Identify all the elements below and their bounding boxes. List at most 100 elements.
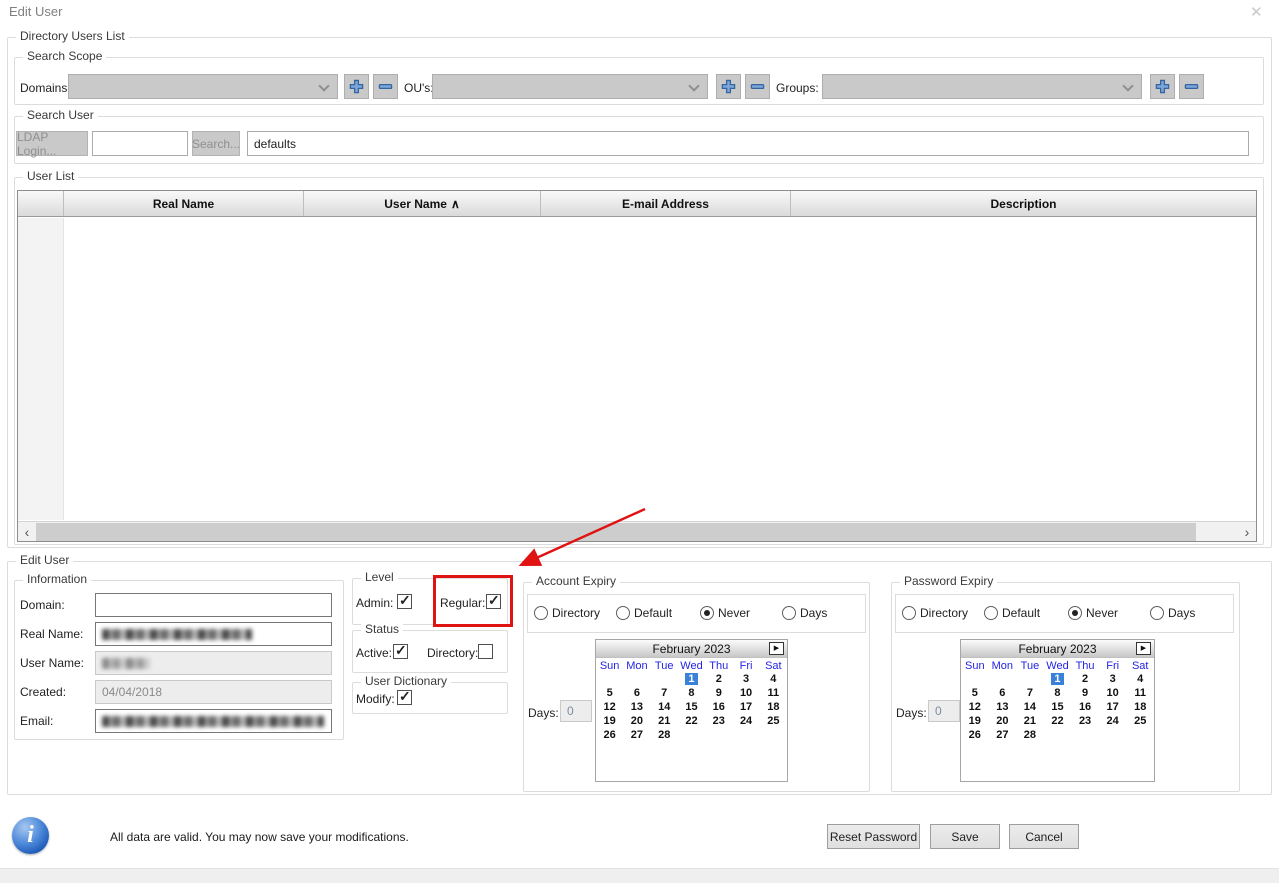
calendar-day[interactable]: 3	[1099, 673, 1127, 687]
admin-checkbox[interactable]: ✓	[397, 594, 412, 609]
column-header-rowselector[interactable]	[18, 191, 64, 216]
column-header-real-name[interactable]: Real Name	[64, 191, 304, 216]
column-header-email[interactable]: E-mail Address	[541, 191, 791, 216]
calendar-day[interactable]: 10	[732, 687, 759, 701]
calendar-day[interactable]: 15	[1044, 701, 1072, 715]
calendar-day[interactable]: 13	[989, 701, 1017, 715]
password-expiry-days-option[interactable]: Days	[1150, 606, 1195, 620]
password-expiry-directory-option[interactable]: Directory	[902, 606, 968, 620]
email-field[interactable]	[95, 709, 332, 733]
calendar-day[interactable]: 4	[1126, 673, 1154, 687]
calendar-day[interactable]: 7	[1016, 687, 1044, 701]
calendar-next-icon[interactable]: ▶	[1136, 642, 1151, 655]
calendar-day[interactable]: 8	[1044, 687, 1072, 701]
calendar-day[interactable]: 21	[651, 715, 678, 729]
calendar-day[interactable]: 27	[989, 729, 1017, 743]
calendar-day[interactable]: 14	[651, 701, 678, 715]
domains-combobox[interactable]	[68, 74, 338, 99]
calendar-day[interactable]: 10	[1099, 687, 1127, 701]
calendar-day[interactable]: 1	[678, 673, 705, 687]
account-expiry-calendar: February 2023 ▶ SunMonTueWedThuFriSat 12…	[595, 639, 788, 782]
scroll-right-icon[interactable]: ›	[1238, 522, 1256, 541]
ous-combobox[interactable]	[432, 74, 708, 99]
search-button[interactable]: Search...	[192, 131, 240, 156]
search-user-input[interactable]	[92, 131, 188, 156]
calendar-day[interactable]: 2	[705, 673, 732, 687]
save-button[interactable]: Save	[930, 824, 1000, 849]
calendar-day[interactable]: 28	[1016, 729, 1044, 743]
calendar-day[interactable]: 26	[961, 729, 989, 743]
calendar-day[interactable]: 6	[623, 687, 650, 701]
add-ou-button[interactable]	[716, 74, 741, 99]
calendar-day[interactable]: 15	[678, 701, 705, 715]
calendar-day[interactable]: 8	[678, 687, 705, 701]
calendar-next-icon[interactable]: ▶	[769, 642, 784, 655]
calendar-day[interactable]: 12	[961, 701, 989, 715]
groups-combobox[interactable]	[822, 74, 1142, 99]
calendar-day[interactable]: 9	[705, 687, 732, 701]
calendar-day[interactable]: 4	[760, 673, 787, 687]
calendar-day[interactable]: 1	[1044, 673, 1072, 687]
calendar-day[interactable]: 20	[623, 715, 650, 729]
account-expiry-default-option[interactable]: Default	[616, 606, 672, 620]
remove-group-button[interactable]	[1179, 74, 1204, 99]
calendar-day[interactable]: 17	[1099, 701, 1127, 715]
calendar-day[interactable]: 6	[989, 687, 1017, 701]
add-domain-button[interactable]	[344, 74, 369, 99]
account-expiry-days-option[interactable]: Days	[782, 606, 827, 620]
reset-password-button[interactable]: Reset Password	[827, 824, 920, 849]
calendar-day[interactable]: 19	[596, 715, 623, 729]
cancel-button[interactable]: Cancel	[1009, 824, 1079, 849]
calendar-day[interactable]: 19	[961, 715, 989, 729]
calendar-day[interactable]: 26	[596, 729, 623, 743]
password-expiry-never-option[interactable]: Never	[1068, 606, 1118, 620]
column-header-user-name[interactable]: User Name ∧	[304, 191, 541, 216]
account-expiry-directory-option[interactable]: Directory	[534, 606, 600, 620]
calendar-weekday: Wed	[1044, 660, 1072, 672]
calendar-day[interactable]: 24	[1099, 715, 1127, 729]
calendar-day[interactable]: 28	[651, 729, 678, 743]
calendar-day[interactable]: 21	[1016, 715, 1044, 729]
calendar-day[interactable]: 11	[1126, 687, 1154, 701]
calendar-day[interactable]: 13	[623, 701, 650, 715]
remove-domain-button[interactable]	[373, 74, 398, 99]
password-expiry-default-option[interactable]: Default	[984, 606, 1040, 620]
account-expiry-never-option[interactable]: Never	[700, 606, 750, 620]
calendar-day[interactable]: 5	[596, 687, 623, 701]
calendar-day[interactable]: 18	[1126, 701, 1154, 715]
filter-input[interactable]: defaults	[247, 131, 1249, 156]
remove-ou-button[interactable]	[745, 74, 770, 99]
calendar-day[interactable]: 2	[1071, 673, 1099, 687]
calendar-day[interactable]: 7	[651, 687, 678, 701]
calendar-day[interactable]: 18	[760, 701, 787, 715]
calendar-day[interactable]: 14	[1016, 701, 1044, 715]
column-header-description[interactable]: Description	[791, 191, 1256, 216]
domain-field[interactable]	[95, 593, 332, 617]
calendar-day[interactable]: 20	[989, 715, 1017, 729]
calendar-day[interactable]: 9	[1071, 687, 1099, 701]
table-body-empty	[18, 218, 1256, 520]
calendar-day[interactable]: 23	[705, 715, 732, 729]
calendar-day[interactable]: 3	[732, 673, 759, 687]
calendar-day[interactable]: 16	[705, 701, 732, 715]
calendar-day[interactable]: 22	[678, 715, 705, 729]
calendar-day[interactable]: 23	[1071, 715, 1099, 729]
calendar-day[interactable]: 16	[1071, 701, 1099, 715]
active-checkbox[interactable]: ✓	[393, 644, 408, 659]
calendar-day[interactable]: 25	[760, 715, 787, 729]
real-name-field[interactable]	[95, 622, 332, 646]
calendar-day[interactable]: 5	[961, 687, 989, 701]
ldap-login-button[interactable]: LDAP Login...	[16, 131, 88, 156]
calendar-day[interactable]: 22	[1044, 715, 1072, 729]
calendar-day[interactable]: 27	[623, 729, 650, 743]
add-group-button[interactable]	[1150, 74, 1175, 99]
calendar-day[interactable]: 24	[732, 715, 759, 729]
modify-checkbox[interactable]: ✓	[397, 690, 412, 705]
close-icon[interactable]: ✕	[1250, 3, 1263, 21]
calendar-day[interactable]: 17	[732, 701, 759, 715]
calendar-day[interactable]: 25	[1126, 715, 1154, 729]
directory-checkbox[interactable]	[478, 644, 493, 659]
calendar-day[interactable]: 12	[596, 701, 623, 715]
scroll-left-icon[interactable]: ‹	[18, 522, 36, 541]
calendar-day[interactable]: 11	[760, 687, 787, 701]
